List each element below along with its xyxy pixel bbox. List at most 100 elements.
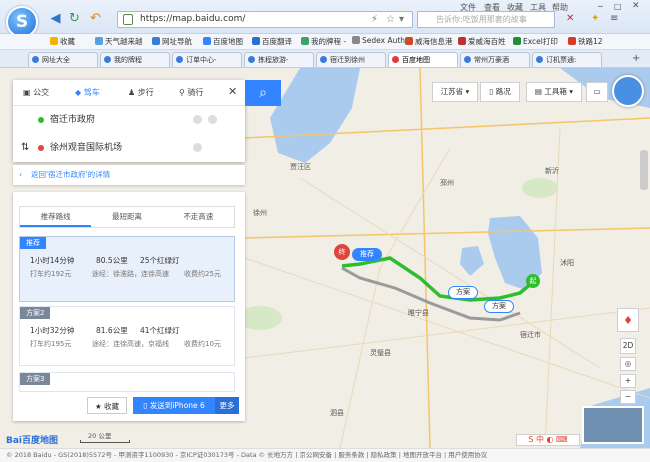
tab[interactable]: 拣程旅游- (244, 52, 314, 67)
bulb-icon[interactable]: ✦ (591, 13, 599, 24)
star-icon (50, 37, 58, 45)
route-label-2[interactable]: 方案 (448, 286, 478, 299)
favorite-item[interactable]: 天气越来越 (95, 36, 143, 47)
satellite-thumbnail[interactable] (582, 406, 644, 444)
mode-drive[interactable]: ◆ 驾车 (75, 87, 100, 98)
back-to-detail-link[interactable]: ‹ 返回'宿迁市政府'的详情 (13, 165, 245, 185)
swap-icon[interactable]: ⇅ (21, 134, 29, 162)
tab[interactable]: 我的牌程 (100, 52, 170, 67)
menu-help[interactable]: 帮助 (552, 2, 568, 13)
route-option-2[interactable]: 方案2 1小时32分钟 81.6公里 41个红绿灯 打车约195元 途经：连徐高… (19, 306, 235, 366)
close-tab-icon[interactable]: ✕ (566, 13, 574, 24)
route-tag: 方案3 (20, 373, 51, 385)
link-icon (301, 37, 309, 45)
chevron-left-icon: ‹ (19, 170, 22, 179)
route-label-3[interactable]: 方案 (484, 300, 514, 313)
scale-bar (80, 440, 130, 443)
input-method-toolbar[interactable]: S 中 ◐ ⌨ (516, 434, 580, 446)
route-via: 途经：连徐高速，京福线 (92, 340, 169, 348)
favorite-item[interactable]: 百度翻译 (252, 36, 292, 47)
menu-favorites[interactable]: 收藏 (507, 2, 523, 13)
road (244, 307, 650, 359)
route-search-button[interactable]: ⌕ (245, 80, 281, 106)
excel-icon (513, 37, 521, 45)
back-icon[interactable]: ◀ (48, 11, 63, 26)
view-2d-button[interactable]: 2D (620, 338, 636, 354)
menu-view[interactable]: 查看 (484, 2, 500, 13)
send-to-phone-button[interactable]: ▯ 发送到iPhone 6 (133, 397, 215, 414)
address-bar[interactable]: https://map.baidu.com/ ⚡ ☆ ▾ (117, 11, 413, 28)
menu-tools[interactable]: 工具 (530, 2, 546, 13)
mode-bike[interactable]: ⚲ 骑行 (179, 87, 203, 98)
tab[interactable]: 订单中心- (172, 52, 242, 67)
refresh-icon[interactable]: ↻ (67, 11, 82, 26)
origin-field[interactable]: 宿迁市政府 (13, 106, 245, 134)
tab[interactable]: 常州万豪酒 (460, 52, 530, 67)
tab[interactable]: 网址大全 (28, 52, 98, 67)
close-icon[interactable]: ✕ (228, 85, 237, 98)
route-taxi: 打车约195元 (30, 340, 72, 348)
origin-text: 宿迁市政府 (50, 115, 96, 125)
favorite-item[interactable]: Sedex Auth (352, 36, 405, 45)
dropdown-icon[interactable]: ▾ (399, 12, 404, 27)
tab[interactable]: 订机票通: (532, 52, 602, 67)
route-option-1[interactable]: 推荐 1小时14分钟 80.5公里 25个红绿灯 打车约192元 途经：徐淮路，… (19, 236, 235, 302)
zoom-out-button[interactable]: − (620, 390, 636, 404)
tab[interactable]: 宿迁到徐州 (316, 52, 386, 67)
close-window-icon[interactable]: ✕ (632, 1, 640, 11)
mode-bus[interactable]: ▣ 公交 (23, 87, 49, 98)
province-selector[interactable]: 江苏省 ▾ (432, 82, 478, 102)
favorite-item[interactable]: 铁路12 (568, 36, 603, 47)
flash-icon[interactable]: ⚡ (371, 12, 378, 27)
favorite-item[interactable]: 收藏 (50, 36, 75, 47)
tab-shortest[interactable]: 最短距离 (91, 207, 162, 227)
route-label-recommended[interactable]: 推荐 (352, 248, 382, 261)
road (544, 127, 561, 448)
mode-walk[interactable]: ♟ 步行 (128, 87, 154, 98)
favorite-button[interactable]: ★ 收藏 (87, 397, 127, 414)
destination-clear-icon[interactable] (193, 143, 202, 152)
favorite-item[interactable]: 我的牌程 - (301, 36, 346, 47)
secure-lock-icon (123, 14, 133, 25)
zoom-in-button[interactable]: + (620, 374, 636, 388)
favorite-item[interactable]: 网址导航 (152, 36, 192, 47)
baidu-map-logo: Bai百度地图 (6, 436, 59, 446)
locate-icon[interactable]: ◎ (620, 357, 636, 371)
avatar[interactable] (612, 75, 644, 107)
favorite-item[interactable]: 爱威海百姓 (458, 36, 506, 47)
favorite-item[interactable]: 百度地图 (203, 36, 243, 47)
star-icon[interactable]: ☆ (386, 12, 395, 27)
new-tab-icon[interactable]: + (632, 53, 640, 64)
side-collapse-handle[interactable] (640, 150, 648, 190)
favorite-item[interactable]: Excel打印 (513, 36, 558, 47)
tab-recommended[interactable]: 推荐路线 (20, 207, 92, 227)
minimize-icon[interactable]: ─ (598, 2, 603, 11)
route-option-3[interactable]: 方案3 (19, 372, 235, 392)
destination-field[interactable]: ⇅ 徐州观音国际机场 (13, 134, 245, 162)
more-button[interactable]: 更多 (215, 397, 239, 414)
start-pin-icon[interactable]: 终 (334, 244, 350, 260)
favorite-item[interactable]: 威海信息港 (405, 36, 453, 47)
toolbox-button[interactable]: ▤ 工具箱 ▾ (526, 82, 582, 102)
route-time: 1小时14分钟 (30, 256, 75, 265)
tab-icon (248, 56, 255, 63)
route-actions: ★ 收藏 ▯ 发送到iPhone 6 更多 (19, 397, 239, 415)
link-icon (152, 37, 160, 45)
tab-icon (392, 56, 399, 63)
route-taxi: 打车约192元 (30, 270, 72, 278)
end-pin-icon[interactable]: 起 (526, 274, 540, 288)
compass-icon[interactable]: ♦ (617, 308, 639, 332)
browser-search-input[interactable]: 告诉你:吃饭用那套的故事 (417, 11, 555, 28)
maximize-icon[interactable]: □ (614, 2, 622, 11)
city-label: 新沂 (545, 167, 559, 175)
tab-active[interactable]: 百度地图 (388, 52, 458, 67)
undo-icon[interactable]: ↶ (88, 11, 103, 26)
origin-clear-icon[interactable] (208, 115, 217, 124)
tab-no-highway[interactable]: 不走高速 (163, 207, 234, 227)
menu-icon[interactable]: ≡ (610, 13, 618, 24)
menu-file[interactable]: 文件 (460, 2, 476, 13)
traffic-button[interactable]: ▯ 路况 (480, 82, 520, 102)
city-label: 泗县 (330, 409, 344, 417)
message-icon[interactable]: ▭ (586, 82, 608, 102)
origin-edit-icon[interactable] (193, 115, 202, 124)
